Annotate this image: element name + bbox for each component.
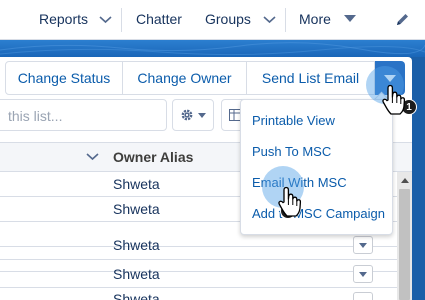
list-actions-bar: Change Status Change Owner Send List Ema…	[0, 61, 412, 95]
row-actions-button[interactable]	[353, 265, 373, 283]
menu-item-add-to-msc-campaign[interactable]: Add to MSC Campaign	[252, 206, 385, 221]
send-list-email-button[interactable]: Send List Email	[247, 61, 375, 95]
nav-divider	[285, 8, 286, 32]
owner-alias-cell: Shweta	[113, 201, 160, 217]
top-navigation-bar: Reports Chatter Groups More	[0, 0, 425, 40]
pointer-hand-icon	[382, 84, 406, 115]
owner-alias-cell: Shweta	[113, 176, 160, 192]
row-actions-button[interactable]	[353, 292, 373, 300]
chevron-down-icon[interactable]	[99, 13, 112, 26]
column-sort-chevron-icon[interactable]	[86, 150, 99, 163]
scroll-up-arrow[interactable]	[397, 172, 412, 188]
change-status-button[interactable]: Change Status	[5, 61, 123, 95]
gear-icon	[181, 109, 193, 121]
chevron-down-icon[interactable]	[263, 13, 276, 26]
list-settings-button[interactable]	[172, 99, 214, 131]
chevron-down-icon	[359, 271, 367, 277]
pencil-icon[interactable]	[395, 12, 410, 27]
owner-alias-cell: Shweta	[113, 266, 160, 282]
nav-item-reports[interactable]: Reports	[39, 11, 88, 27]
row-divider	[0, 259, 397, 260]
column-header-owner-alias[interactable]: Owner Alias	[113, 149, 193, 165]
menu-item-printable-view[interactable]: Printable View	[252, 113, 335, 128]
header-background	[0, 40, 425, 57]
table-scrollbar[interactable]	[397, 172, 412, 300]
nav-divider	[121, 8, 122, 32]
scroll-up-icon	[400, 177, 409, 183]
chevron-down-icon	[198, 112, 206, 118]
row-divider	[0, 287, 397, 288]
menu-item-push-to-msc[interactable]: Push To MSC	[252, 144, 331, 159]
change-owner-button[interactable]: Change Owner	[123, 61, 247, 95]
scroll-thumb[interactable]	[399, 189, 410, 300]
pointer-hand-icon	[278, 186, 302, 217]
search-placeholder: this list...	[8, 108, 63, 124]
more-dropdown-icon[interactable]	[344, 15, 356, 22]
owner-alias-cell: Shweta	[113, 291, 160, 300]
nav-item-more[interactable]: More	[299, 11, 331, 27]
nav-item-chatter[interactable]: Chatter	[136, 11, 182, 27]
nav-item-groups[interactable]: Groups	[205, 11, 251, 27]
